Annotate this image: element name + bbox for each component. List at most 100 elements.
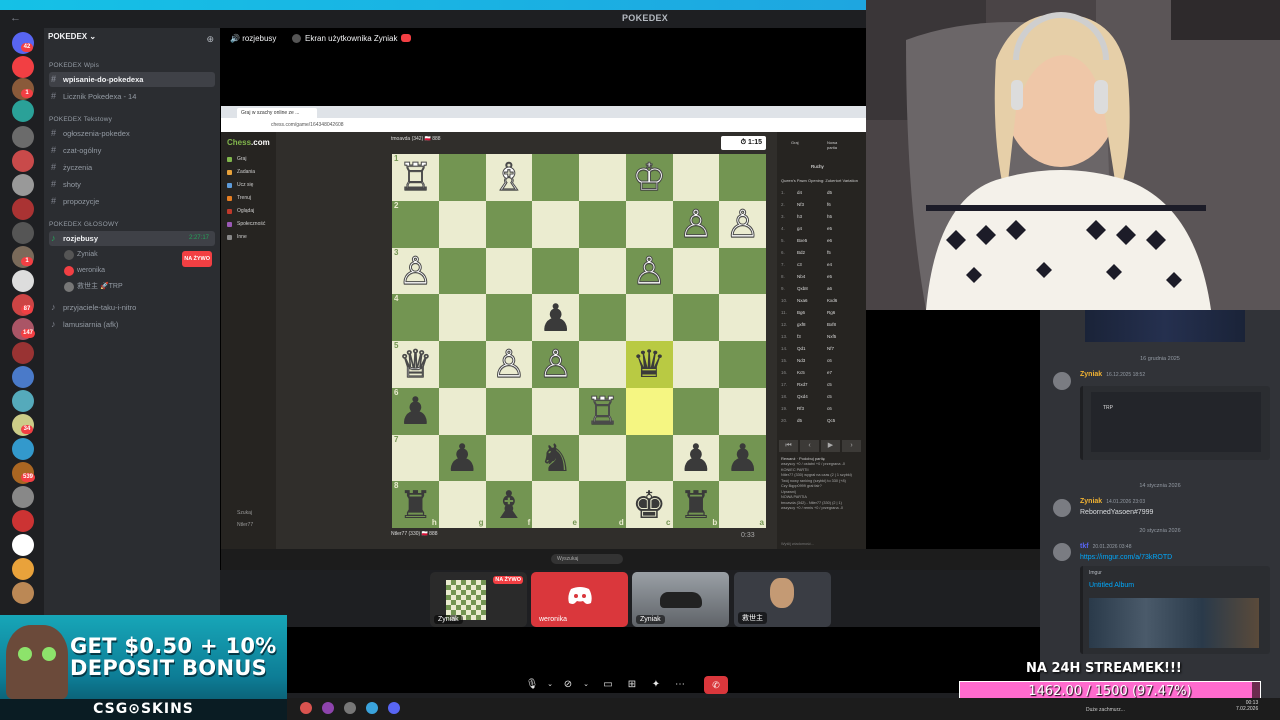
server-icon[interactable] <box>12 534 34 556</box>
move-san[interactable]: Qd1 <box>797 346 806 351</box>
move-row[interactable]: 15. Nd3 c6 <box>781 358 866 367</box>
black-piece[interactable]: ♟ <box>726 439 760 477</box>
board-square[interactable] <box>719 154 766 201</box>
chesscom-logo[interactable]: Chess.com <box>227 138 270 147</box>
move-san[interactable]: e7 <box>827 370 832 375</box>
board-square[interactable]: 7 <box>392 434 439 482</box>
board-square[interactable] <box>579 200 626 248</box>
board-square[interactable]: ♟ <box>532 294 579 341</box>
move-san[interactable]: g4 <box>797 226 802 231</box>
message-author[interactable]: tkf 20.01.2026 03:48 <box>1080 543 1132 550</box>
move-san[interactable]: d5 <box>797 418 802 423</box>
move-san[interactable]: Rg6 <box>827 310 835 315</box>
add-user-icon[interactable]: ⊕ <box>206 34 214 45</box>
server-icon[interactable] <box>12 270 34 292</box>
board-square[interactable] <box>485 434 533 482</box>
white-piece[interactable]: ♕ <box>398 345 433 384</box>
discord-icon[interactable] <box>388 702 400 714</box>
board-square[interactable]: ♗ <box>485 154 533 201</box>
board-square[interactable] <box>532 247 579 295</box>
move-san[interactable]: Nd3 <box>797 358 805 363</box>
back-arrow-icon[interactable]: ← <box>10 12 21 24</box>
move-row[interactable]: 9. Qxb8 a6 <box>781 286 866 295</box>
board-square[interactable] <box>532 154 579 201</box>
move-san[interactable]: Qxb8 <box>797 286 808 291</box>
board-square[interactable]: ♖ <box>579 387 626 435</box>
black-piece[interactable]: ♜ <box>398 486 432 524</box>
nav-ucz-sie[interactable]: Ucz się <box>227 182 253 188</box>
last-move-button[interactable]: › <box>842 440 861 452</box>
move-san[interactable]: d4 <box>797 190 802 195</box>
move-san[interactable]: Nf7 <box>827 346 834 351</box>
move-san[interactable]: a6 <box>827 286 832 291</box>
white-piece[interactable]: ♙ <box>632 251 667 290</box>
chevron-down-icon[interactable]: ⌄ <box>576 676 596 694</box>
move-san[interactable]: Kxd6 <box>827 298 837 303</box>
app-icon[interactable] <box>322 702 334 714</box>
category-wpis[interactable]: POKEDEX Wpis <box>49 62 99 69</box>
server-icon[interactable] <box>12 390 34 412</box>
board-square[interactable]: ♕ 5 <box>392 341 439 388</box>
move-san[interactable]: Qc5 <box>827 418 835 423</box>
voice-channel-lamusiarnia[interactable]: ♪ lamusiarnia (afk) <box>49 317 215 332</box>
board-square[interactable] <box>438 387 486 435</box>
server-icon[interactable] <box>12 510 34 532</box>
black-piece[interactable]: ♜ <box>679 486 713 524</box>
board-square[interactable] <box>625 434 673 482</box>
brave-icon[interactable] <box>300 702 312 714</box>
move-san[interactable]: f3 <box>797 334 801 339</box>
move-row[interactable]: 1. d4 d5 <box>781 190 866 199</box>
board-square[interactable]: ♛ <box>625 341 673 388</box>
move-san[interactable]: e4 <box>827 262 832 267</box>
nav-trenuj[interactable]: Trenuj <box>227 195 251 201</box>
board-square[interactable] <box>672 247 720 295</box>
category-glosowy[interactable]: POKEDEX GŁOSOWY <box>49 221 119 228</box>
white-piece[interactable]: ♖ <box>585 392 620 431</box>
board-square[interactable]: ♙ <box>672 200 720 248</box>
move-row[interactable]: 13. f3 Nxf5 <box>781 334 866 343</box>
tab-ruchy[interactable]: Ruchy <box>811 164 824 169</box>
microphone-icon[interactable]: 🎙 <box>522 676 542 694</box>
board-square[interactable] <box>438 247 486 295</box>
channel-shoty[interactable]: # shoty <box>49 177 215 192</box>
nav-inne[interactable]: Inne <box>227 234 247 240</box>
avatar[interactable] <box>1053 499 1071 517</box>
participant-tile[interactable]: NA ŻYWO Zyniak <box>430 572 527 627</box>
move-row[interactable]: 7. c3 e4 <box>781 262 866 271</box>
voice-user[interactable]: Zyniak NA ŻYWO <box>64 248 212 267</box>
imgur-embed[interactable]: Imgur Untitled Album <box>1080 566 1270 654</box>
server-icon[interactable] <box>12 150 34 172</box>
message-author[interactable]: Zyniak 16.12.2025 18:52 <box>1080 371 1145 378</box>
white-piece[interactable]: ♔ <box>632 158 667 197</box>
edge-icon[interactable] <box>366 702 378 714</box>
move-row[interactable]: 3. h3 h5 <box>781 214 866 223</box>
search-link[interactable]: Szukaj <box>227 510 252 516</box>
message-embed[interactable]: TRP <box>1080 386 1270 460</box>
chevron-down-icon[interactable]: ⌄ <box>540 676 560 694</box>
move-row[interactable]: 11. Bg6 Rg6 <box>781 310 866 319</box>
move-row[interactable]: 6. Bd2 f5 <box>781 250 866 259</box>
weather-text[interactable]: Duże zachmurz... <box>1086 707 1125 713</box>
board-square[interactable] <box>579 341 626 388</box>
black-piece[interactable]: ♚ <box>632 486 666 524</box>
move-row[interactable]: 19. Rf3 c6 <box>781 406 866 415</box>
server-icon[interactable] <box>12 126 34 148</box>
channel-propozycje[interactable]: # propozycje <box>49 194 215 209</box>
board-square[interactable]: 4 <box>392 294 439 341</box>
black-piece[interactable]: ♟ <box>445 439 479 477</box>
browser-tab[interactable]: Graj w szachy online ze ... <box>237 108 317 118</box>
board-square[interactable]: ♝ f <box>485 481 533 528</box>
move-row[interactable]: 4. g4 e5 <box>781 226 866 235</box>
participant-tile[interactable]: Zyniak <box>632 572 729 627</box>
camera-off-icon[interactable]: ⊘ <box>558 676 578 694</box>
board-square[interactable] <box>625 294 673 341</box>
white-piece[interactable]: ♙ <box>538 345 573 384</box>
server-icon[interactable] <box>12 174 34 196</box>
board-square[interactable] <box>438 154 486 201</box>
move-san[interactable]: e5 <box>827 274 832 279</box>
message-author[interactable]: Zyniak 14.01.2026 23:03 <box>1080 498 1145 505</box>
board-square[interactable]: ♟ <box>672 434 720 482</box>
disconnect-button[interactable]: ✆ <box>704 676 728 694</box>
board-square[interactable]: ♜ b <box>672 481 720 528</box>
board-square[interactable] <box>485 247 533 295</box>
